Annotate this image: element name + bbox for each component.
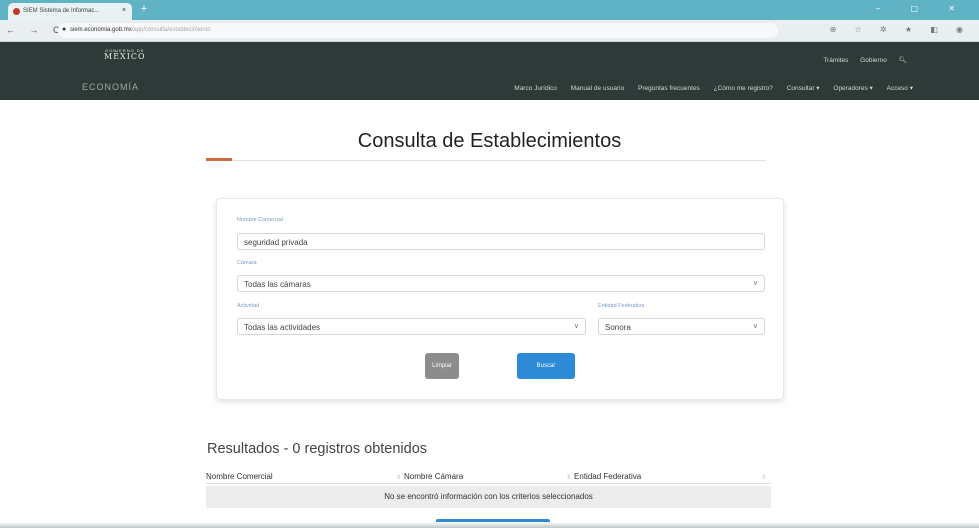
nav-manual-usuario[interactable]: Manual de usuario: [571, 85, 624, 92]
nav-como-me-registro[interactable]: ¿Cómo me registro?: [714, 85, 773, 92]
browser-tab[interactable]: SIEM Sistema de Informac... ×: [8, 3, 132, 20]
address-bar-row: ← → C ● siem.economia.gob.mx/app/consult…: [0, 20, 979, 42]
url-path: /app/consulta/establecimiento: [131, 27, 211, 33]
column-label: Entidad Federativa: [574, 472, 642, 481]
clear-button[interactable]: Limpiar: [425, 353, 459, 379]
site-header: GOBIERNO DE MÉXICO Trámites Gobierno 🔍︎ …: [0, 42, 979, 100]
nombre-comercial-input[interactable]: seguridad privada: [237, 233, 765, 250]
column-header-entidad-federativa[interactable]: ⇕ Entidad Federativa: [566, 472, 641, 481]
tab-close-icon[interactable]: ×: [122, 7, 126, 14]
nav-acceso[interactable]: Acceso ▾: [887, 85, 913, 92]
gob-top-nav: Trámites Gobierno 🔍︎: [813, 56, 907, 64]
nav-operadores[interactable]: Operadores ▾: [833, 85, 872, 92]
extension-icons[interactable]: ⊕ ☆ ✲ ★ ◧ ◉: [830, 25, 971, 34]
actividad-select-value: Todas las actividades: [244, 323, 321, 332]
link-tramites[interactable]: Trámites: [823, 57, 848, 64]
sort-icon: ⇕: [396, 475, 402, 481]
nav-marco-juridico[interactable]: Marco Jurídico: [514, 85, 557, 92]
page-title: Consulta de Establecimientos: [357, 130, 622, 152]
entidad-federativa-value: Sonora: [605, 323, 631, 332]
column-header-nombre-comercial[interactable]: Nombre Comercial: [206, 472, 273, 481]
site-name[interactable]: ECONOMÍA: [82, 82, 139, 92]
camara-select-value: Todas las cámaras: [244, 280, 311, 289]
browser-tab-bar: SIEM Sistema de Informac... × + – ▢ ✕: [0, 0, 979, 20]
sort-icon: ⇕: [566, 475, 572, 481]
search-icon[interactable]: 🔍︎: [899, 57, 907, 64]
search-form-card: Nombre Comercial seguridad privada Cámar…: [216, 198, 784, 400]
column-label: Nombre Cámara: [404, 472, 464, 481]
results-table-header: Nombre Comercial ⇕ Nombre Cámara ⇕ Entidad…: [206, 468, 771, 484]
window-controls[interactable]: – ▢ ✕: [876, 4, 969, 13]
url-field[interactable]: ● siem.economia.gob.mx/app/consulta/esta…: [58, 23, 778, 38]
logo-big-text: MÉXICO: [104, 52, 146, 61]
favicon-icon: [13, 8, 20, 15]
column-header-end-sort[interactable]: ⇕: [761, 472, 769, 481]
lock-icon: ●: [62, 26, 67, 33]
link-gobierno[interactable]: Gobierno: [860, 57, 887, 64]
new-tab-button[interactable]: +: [138, 4, 150, 16]
chevron-down-icon: ∨: [752, 323, 758, 330]
actividad-label: Actividad: [237, 303, 260, 309]
camara-select[interactable]: Todas las cámaras ∨: [237, 275, 765, 292]
sort-icon: ⇕: [761, 475, 767, 481]
entidad-federativa-select[interactable]: Sonora ∨: [598, 318, 765, 335]
main-nav: Marco Jurídico Manual de usuario Pregunt…: [502, 84, 913, 92]
empty-results-row: No se encontró información con los crite…: [206, 486, 771, 508]
url-host: siem.economia.gob.mx: [70, 27, 132, 33]
gob-mx-logo[interactable]: GOBIERNO DE MÉXICO: [104, 49, 146, 61]
actividad-select[interactable]: Todas las actividades ∨: [237, 318, 586, 335]
camara-label: Cámara: [237, 260, 257, 266]
column-label: Nombre Comercial: [206, 472, 273, 481]
page-bottom-edge: [0, 522, 979, 528]
title-divider: [206, 160, 766, 161]
nav-preguntas-frecuentes[interactable]: Preguntas frecuentes: [638, 85, 700, 92]
nombre-comercial-label: Nombre Comercial: [237, 217, 283, 223]
nav-consultar[interactable]: Consultar ▾: [787, 85, 820, 92]
entidad-federativa-label: Entidad Federativa: [598, 303, 645, 309]
browser-nav-buttons[interactable]: ← → C: [6, 25, 66, 35]
results-title: Resultados - 0 registros obtenidos: [207, 441, 428, 457]
tab-title: SIEM Sistema de Informac...: [23, 8, 100, 14]
chevron-down-icon: ∨: [573, 323, 579, 330]
column-header-nombre-camara[interactable]: ⇕ Nombre Cámara: [396, 472, 463, 481]
chevron-down-icon: ∨: [752, 280, 758, 287]
title-accent-bar: [206, 158, 232, 161]
search-button[interactable]: Buscar: [517, 353, 575, 379]
